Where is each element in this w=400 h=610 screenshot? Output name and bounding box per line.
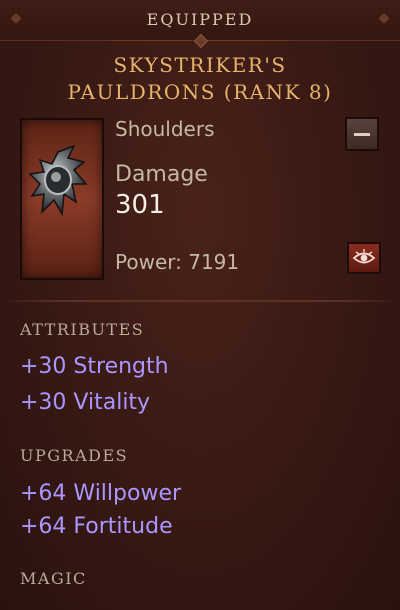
item-name-line2: PAULDRONS (RANK 8) [67, 80, 333, 104]
header-divider-left [110, 40, 192, 41]
equipped-label: EQUIPPED [146, 10, 254, 29]
damage-label: Damage [115, 162, 208, 187]
upgrade-line: +64 Fortitude [20, 514, 173, 539]
damage-value: 301 [115, 190, 165, 220]
item-name: SKYSTRIKER'S PAULDRONS (RANK 8) [0, 52, 400, 106]
item-power: Power: 7191 [115, 250, 240, 274]
upgrade-line: +64 Willpower [20, 481, 182, 506]
inspect-button[interactable] [347, 242, 381, 274]
section-separator [0, 300, 400, 302]
item-slot: Shoulders [115, 117, 215, 141]
item-name-line1: SKYSTRIKER'S [113, 53, 287, 77]
compare-icon [354, 133, 370, 136]
header-divider-right [208, 40, 290, 41]
pauldron-icon [28, 144, 88, 217]
eye-icon [352, 249, 376, 264]
attribute-line: +30 Vitality [20, 390, 151, 415]
attributes-title: ATTRIBUTES [20, 320, 145, 339]
magic-title: MAGIC [20, 569, 87, 588]
upgrades-title: UPGRADES [20, 446, 129, 465]
compare-button[interactable] [345, 117, 379, 151]
item-portrait [20, 118, 104, 280]
attribute-line: +30 Strength [20, 354, 169, 379]
